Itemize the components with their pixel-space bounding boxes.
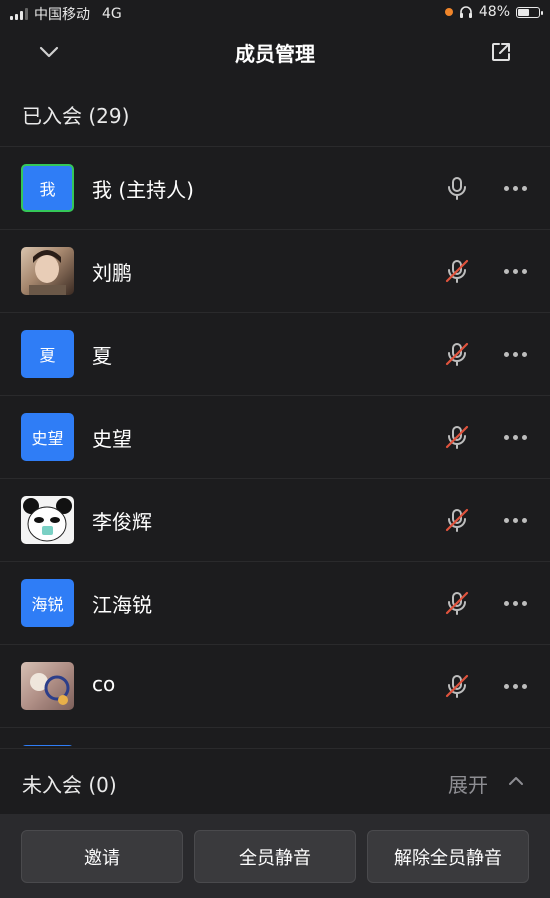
avatar: 史望 [21, 413, 74, 461]
invite-button[interactable]: 邀请 [21, 830, 183, 883]
status-left: 中国移动 4G [10, 4, 122, 24]
unmute-all-button[interactable]: 解除全员静音 [367, 830, 529, 883]
panda-avatar-image [23, 498, 72, 542]
popout-button[interactable] [485, 36, 517, 68]
battery-percent: 48% [478, 4, 510, 20]
joined-count-label: 已入会 (29) [22, 104, 130, 128]
microphone-icon[interactable] [442, 173, 472, 203]
list-item[interactable]: 夏 夏 [0, 312, 550, 395]
joined-section-header: 已入会 (29) [0, 84, 550, 144]
member-name: co [92, 672, 116, 696]
member-name: 史望 [92, 427, 132, 451]
more-options-icon[interactable] [500, 505, 530, 535]
list-item[interactable]: 李俊辉 [0, 478, 550, 561]
microphone-muted-icon[interactable] [442, 671, 472, 701]
member-name: 我 (主持人) [92, 178, 194, 202]
microphone-muted-icon[interactable] [442, 339, 472, 369]
mute-all-button[interactable]: 全员静音 [194, 830, 356, 883]
chevron-up-icon[interactable] [504, 769, 528, 793]
avatar-text: 夏 [39, 346, 56, 365]
avatar [21, 662, 74, 710]
more-options-icon[interactable] [500, 256, 530, 286]
network-label: 4G [102, 6, 122, 22]
status-bar: 中国移动 4G 48% [0, 0, 550, 26]
list-item[interactable]: 海锐 江海锐 [0, 561, 550, 644]
avatar: 夏 [21, 330, 74, 378]
avatar: 海锐 [21, 579, 74, 627]
member-list[interactable]: 我 我 (主持人) 刘鹏 夏 夏 史望 史望 李俊辉 海锐 江海锐 co [0, 146, 550, 746]
microphone-muted-icon[interactable] [442, 256, 472, 286]
list-item[interactable]: 我 我 (主持人) [0, 146, 550, 229]
microphone-muted-icon[interactable] [442, 505, 472, 535]
page-title: 成员管理 [235, 42, 315, 66]
list-item[interactable]: 刘鹏 [0, 229, 550, 312]
list-item[interactable] [0, 727, 550, 746]
more-options-icon[interactable] [500, 173, 530, 203]
microphone-muted-icon[interactable] [442, 588, 472, 618]
avatar [21, 496, 74, 544]
microphone-muted-icon[interactable] [442, 422, 472, 452]
action-bar: 邀请 全员静音 解除全员静音 [0, 814, 550, 898]
expand-link[interactable]: 展开 [448, 769, 488, 798]
member-name: 刘鹏 [92, 261, 132, 285]
header: 成员管理 [0, 26, 550, 78]
user-photo [29, 250, 66, 295]
battery-icon [516, 6, 543, 18]
member-name: 夏 [92, 344, 112, 368]
avatar [21, 247, 74, 295]
more-options-icon[interactable] [500, 339, 530, 369]
not-joined-section-header[interactable]: 未入会 (0) 展开 [0, 748, 550, 813]
recording-dot-icon [444, 8, 453, 16]
more-options-icon[interactable] [500, 671, 530, 701]
user-photo [30, 673, 70, 705]
status-right: 48% [444, 4, 543, 20]
more-options-icon[interactable] [500, 422, 530, 452]
external-link-icon [492, 43, 510, 61]
headphones-icon [459, 6, 472, 18]
carrier-label: 中国移动 [34, 7, 90, 23]
more-options-icon[interactable] [500, 588, 530, 618]
member-name: 李俊辉 [92, 510, 152, 534]
avatar-text: 史望 [31, 429, 64, 448]
avatar-text: 我 [39, 180, 56, 199]
avatar: 我 [21, 164, 74, 212]
avatar-text: 海锐 [31, 595, 64, 614]
avatar [21, 745, 74, 746]
signal-icon [10, 8, 28, 20]
list-item[interactable]: co [0, 644, 550, 727]
not-joined-count-label: 未入会 (0) [22, 773, 117, 797]
member-name: 江海锐 [92, 593, 152, 617]
list-item[interactable]: 史望 史望 [0, 395, 550, 478]
